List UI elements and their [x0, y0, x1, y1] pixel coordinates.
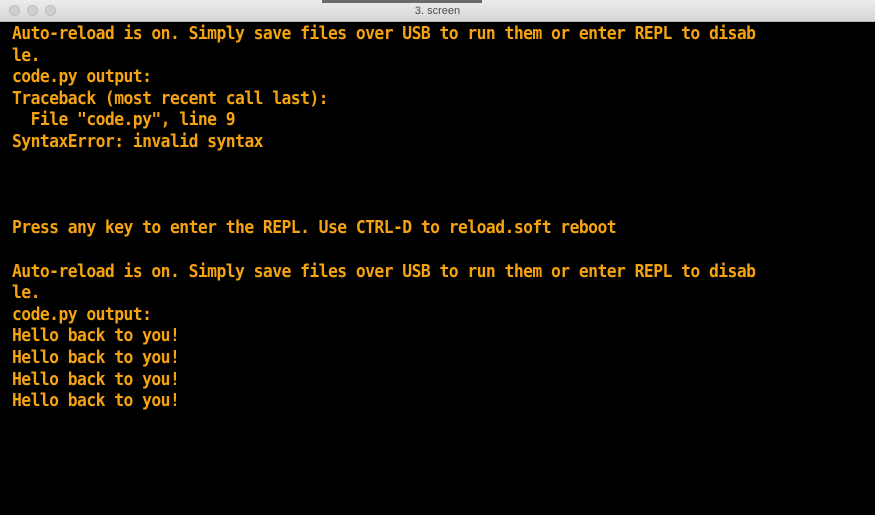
terminal-line: Hello back to you! [12, 326, 180, 347]
terminal-line: code.py output: [12, 67, 152, 88]
terminal-line: Hello back to you! [12, 347, 180, 368]
terminal-line: Traceback (most recent call last): [12, 88, 329, 109]
terminal-line: code.py output: [12, 304, 152, 325]
terminal-line: Hello back to you! [12, 369, 180, 390]
terminal-line: le. [12, 45, 40, 66]
terminal-output[interactable]: Auto-reload is on. Simply save files ove… [0, 22, 875, 515]
terminal-line: le. [12, 283, 40, 304]
terminal-line: Auto-reload is on. Simply save files ove… [12, 261, 756, 282]
terminal-line: Hello back to you! [12, 391, 180, 412]
terminal-line: SyntaxError: invalid syntax [12, 131, 263, 152]
window-title: 3. screen [414, 5, 461, 17]
terminal-line: Auto-reload is on. Simply save files ove… [12, 24, 756, 44]
terminal-line: File "code.py", line 9 [12, 110, 236, 131]
title-bar[interactable]: 3. screen [0, 0, 875, 22]
terminal-line: Press any key to enter the REPL. Use CTR… [12, 218, 617, 239]
terminal-window: 3. screen Auto-reload is on. Simply save… [0, 0, 875, 515]
